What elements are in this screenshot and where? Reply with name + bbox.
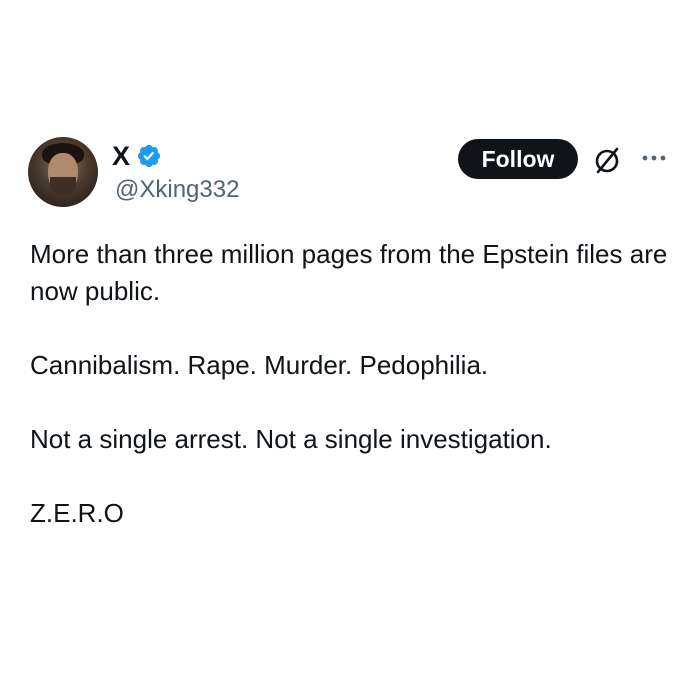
verified-badge-icon	[137, 144, 161, 168]
author-display-name[interactable]: X	[112, 141, 162, 171]
tweet-text: More than three million pages from the E…	[30, 236, 675, 532]
tweet-paragraph: Not a single arrest. Not a single invest…	[30, 424, 552, 454]
follow-button[interactable]: Follow	[458, 139, 578, 179]
tweet-paragraph: Z.E.R.O	[30, 498, 124, 528]
more-options-icon[interactable]	[640, 150, 668, 166]
tweet-card: X @Xking332 Follow More than three milli…	[0, 0, 700, 700]
author-handle[interactable]: @Xking332	[115, 175, 239, 205]
grok-icon[interactable]	[591, 144, 623, 176]
avatar[interactable]	[28, 137, 98, 207]
tweet-paragraph: More than three million pages from the E…	[30, 239, 668, 306]
avatar-beard	[50, 177, 76, 195]
tweet-paragraph: Cannibalism. Rape. Murder. Pedophilia.	[30, 350, 489, 380]
author-name-text: X	[112, 141, 131, 171]
